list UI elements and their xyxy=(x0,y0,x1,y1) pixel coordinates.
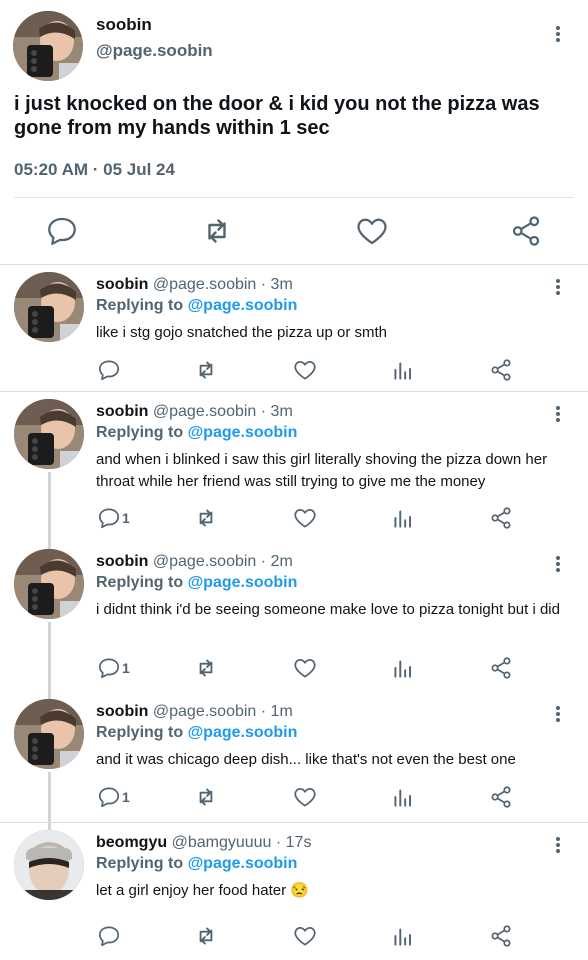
display-name[interactable]: beomgyu xyxy=(96,834,167,851)
display-name[interactable]: soobin xyxy=(96,403,148,420)
retweet-icon[interactable] xyxy=(193,784,219,810)
reply-text: let a girl enjoy her food hater 😒 xyxy=(96,882,309,899)
more-options-icon[interactable] xyxy=(553,24,563,46)
analytics-icon[interactable] xyxy=(390,784,416,810)
like-icon[interactable] xyxy=(354,213,390,249)
reply-text: like i stg gojo snatched the pizza up or… xyxy=(96,324,387,341)
reply-text: and it was chicago deep dish... like tha… xyxy=(96,751,516,768)
replying-to: Replying to @page.soobin xyxy=(96,724,297,742)
reply-tweet: soobin @page.soobin · 1m Replying to @pa… xyxy=(0,692,588,832)
thread-line xyxy=(48,472,51,552)
reply-tweet: soobin @page.soobin · 3m Replying to @pa… xyxy=(0,392,588,552)
reply-header: soobin @page.soobin · 2m xyxy=(96,553,293,571)
retweet-icon[interactable] xyxy=(193,357,219,383)
reply-tweet: beomgyu @bamgyuuuu · 17s Replying to @pa… xyxy=(0,823,588,960)
reply-icon[interactable] xyxy=(96,655,122,681)
reply-header: soobin @page.soobin · 1m xyxy=(96,703,293,721)
more-options-icon[interactable] xyxy=(553,554,563,576)
replying-to: Replying to @page.soobin xyxy=(96,297,297,315)
share-icon[interactable] xyxy=(488,784,514,810)
retweet-icon[interactable] xyxy=(193,923,219,949)
display-name[interactable]: soobin xyxy=(96,15,152,35)
replying-mention[interactable]: @page.soobin xyxy=(188,855,298,872)
replying-label: Replying to xyxy=(96,574,184,591)
replying-label: Replying to xyxy=(96,724,184,741)
divider xyxy=(14,197,574,198)
avatar-photo xyxy=(13,11,83,81)
retweet-icon[interactable] xyxy=(193,655,219,681)
display-name[interactable]: soobin xyxy=(96,553,148,570)
username-time[interactable]: @page.soobin · 3m xyxy=(153,403,293,420)
share-icon[interactable] xyxy=(488,357,514,383)
reply-tweet: soobin @page.soobin · 2m Replying to @pa… xyxy=(0,542,588,702)
like-icon[interactable] xyxy=(292,357,318,383)
display-name[interactable]: soobin xyxy=(96,276,148,293)
replying-label: Replying to xyxy=(96,855,184,872)
replying-label: Replying to xyxy=(96,297,184,314)
share-icon[interactable] xyxy=(508,213,544,249)
tweet-text: i just knocked on the door & i kid you n… xyxy=(14,93,540,139)
more-options-icon[interactable] xyxy=(553,704,563,726)
username-time[interactable]: @page.soobin · 2m xyxy=(153,553,293,570)
username-time[interactable]: @page.soobin · 1m xyxy=(153,703,293,720)
like-icon[interactable] xyxy=(292,923,318,949)
replying-mention[interactable]: @page.soobin xyxy=(188,724,298,741)
reply-count: 1 xyxy=(122,510,130,526)
analytics-icon[interactable] xyxy=(390,655,416,681)
like-icon[interactable] xyxy=(292,784,318,810)
retweet-icon[interactable] xyxy=(199,213,235,249)
more-options-icon[interactable] xyxy=(553,277,563,299)
avatar[interactable] xyxy=(13,11,83,81)
retweet-icon[interactable] xyxy=(193,505,219,531)
username-time[interactable]: @page.soobin · 3m xyxy=(153,276,293,293)
more-options-icon[interactable] xyxy=(553,404,563,426)
reply-icon[interactable] xyxy=(96,784,122,810)
reply-text: and when i blinked i saw this girl liter… xyxy=(96,451,548,490)
avatar[interactable] xyxy=(14,399,84,469)
avatar[interactable] xyxy=(14,699,84,769)
thread-line xyxy=(48,622,51,702)
username-time[interactable]: @bamgyuuuu · 17s xyxy=(172,834,312,851)
reply-icon[interactable] xyxy=(96,923,122,949)
avatar[interactable] xyxy=(14,830,84,900)
analytics-icon[interactable] xyxy=(390,505,416,531)
reply-icon[interactable] xyxy=(44,213,80,249)
replying-mention[interactable]: @page.soobin xyxy=(188,424,298,441)
like-icon[interactable] xyxy=(292,655,318,681)
replying-to: Replying to @page.soobin xyxy=(96,424,297,442)
replying-to: Replying to @page.soobin xyxy=(96,574,297,592)
share-icon[interactable] xyxy=(488,505,514,531)
more-options-icon[interactable] xyxy=(553,835,563,857)
replying-to: Replying to @page.soobin xyxy=(96,855,297,873)
replying-label: Replying to xyxy=(96,424,184,441)
reply-count: 1 xyxy=(122,660,130,676)
replying-mention[interactable]: @page.soobin xyxy=(188,297,298,314)
reply-header: soobin @page.soobin · 3m xyxy=(96,276,293,294)
reply-header: beomgyu @bamgyuuuu · 17s xyxy=(96,834,311,852)
reply-text: i didnt think i'd be seeing someone make… xyxy=(96,601,560,618)
replying-mention[interactable]: @page.soobin xyxy=(188,574,298,591)
avatar[interactable] xyxy=(14,549,84,619)
share-icon[interactable] xyxy=(488,923,514,949)
share-icon[interactable] xyxy=(488,655,514,681)
main-tweet: soobin @page.soobin i just knocked on th… xyxy=(0,0,588,264)
display-name[interactable]: soobin xyxy=(96,703,148,720)
reply-header: soobin @page.soobin · 3m xyxy=(96,403,293,421)
analytics-icon[interactable] xyxy=(390,923,416,949)
reply-icon[interactable] xyxy=(96,357,122,383)
avatar[interactable] xyxy=(14,272,84,342)
reply-tweet: soobin @page.soobin · 3m Replying to @pa… xyxy=(0,265,588,391)
reply-icon[interactable] xyxy=(96,505,122,531)
analytics-icon[interactable] xyxy=(390,357,416,383)
reply-count: 1 xyxy=(122,789,130,805)
tweet-timestamp[interactable]: 05:20 AM · 05 Jul 24 xyxy=(14,160,175,180)
username[interactable]: @page.soobin xyxy=(96,41,213,61)
like-icon[interactable] xyxy=(292,505,318,531)
